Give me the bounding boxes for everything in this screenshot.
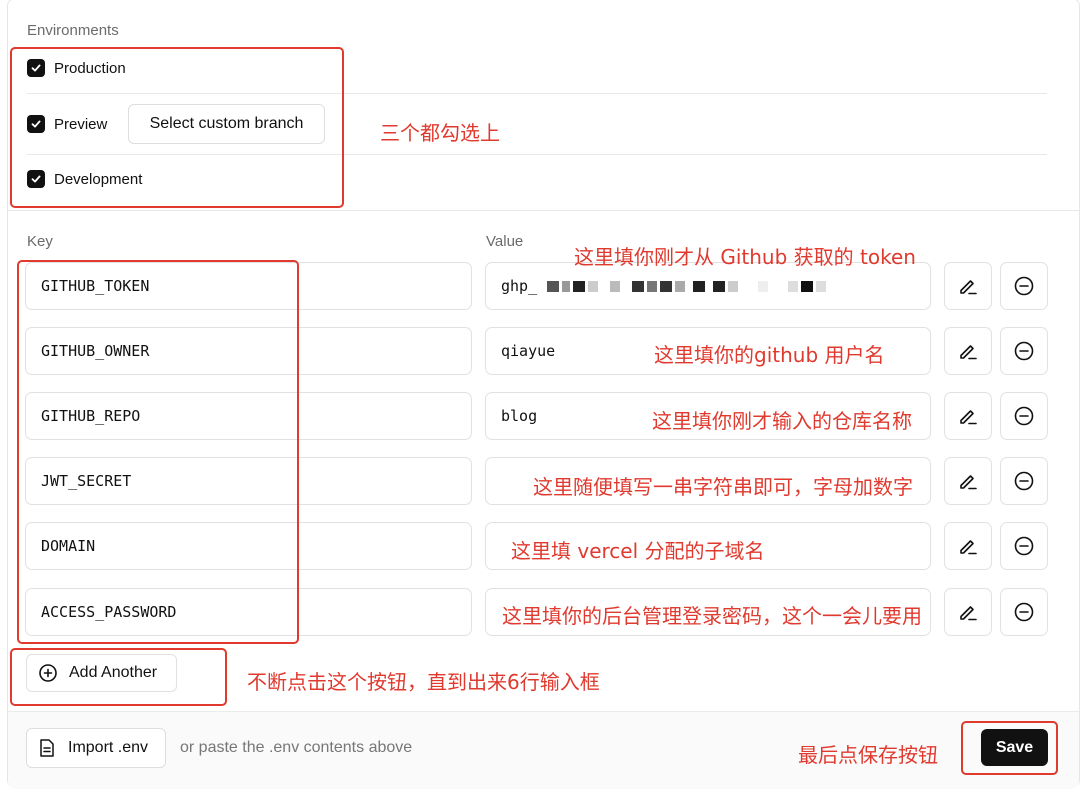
import-env-label: Import .env bbox=[68, 739, 149, 756]
edit-button[interactable] bbox=[944, 588, 992, 636]
minus-circle-icon bbox=[1014, 276, 1034, 296]
minus-circle-icon bbox=[1014, 341, 1034, 361]
key-column-label: Key bbox=[27, 233, 53, 250]
import-env-button[interactable]: Import .env bbox=[26, 728, 166, 768]
remove-button[interactable] bbox=[1000, 522, 1048, 570]
annotation-box-environments bbox=[10, 47, 344, 208]
pencil-icon bbox=[960, 540, 977, 555]
annotation-box-add-another bbox=[10, 648, 227, 706]
annotation-token: 这里填你刚才从 Github 获取的 token bbox=[574, 245, 916, 269]
remove-button[interactable] bbox=[1000, 588, 1048, 636]
annotation-add-another: 不断点击这个按钮，直到出来6行输入框 bbox=[247, 670, 600, 694]
file-icon bbox=[40, 739, 54, 757]
annotation-box-save bbox=[961, 721, 1058, 775]
remove-button[interactable] bbox=[1000, 262, 1048, 310]
minus-circle-icon bbox=[1014, 406, 1034, 426]
paste-hint-text: or paste the .env contents above bbox=[180, 739, 413, 756]
annotation-check-all: 三个都勾选上 bbox=[380, 121, 500, 145]
annotation-jwt: 这里随便填写一串字符串即可，字母加数字 bbox=[533, 475, 913, 499]
annotation-save: 最后点保存按钮 bbox=[798, 743, 938, 767]
remove-button[interactable] bbox=[1000, 392, 1048, 440]
remove-button[interactable] bbox=[1000, 457, 1048, 505]
edit-button[interactable] bbox=[944, 522, 992, 570]
minus-circle-icon bbox=[1014, 602, 1034, 622]
edit-button[interactable] bbox=[944, 392, 992, 440]
annotation-password: 这里填你的后台管理登录密码，这个一会儿要用 bbox=[502, 604, 922, 628]
annotation-domain: 这里填 vercel 分配的子域名 bbox=[511, 539, 765, 563]
pencil-icon bbox=[960, 345, 977, 360]
pencil-icon bbox=[960, 475, 977, 490]
minus-circle-icon bbox=[1014, 471, 1034, 491]
annotation-owner: 这里填你的github 用户名 bbox=[654, 343, 885, 367]
annotation-repo: 这里填你刚才输入的仓库名称 bbox=[652, 409, 912, 433]
masked-token bbox=[547, 280, 829, 292]
minus-circle-icon bbox=[1014, 536, 1034, 556]
pencil-icon bbox=[960, 280, 977, 295]
value-column-label: Value bbox=[486, 233, 524, 250]
edit-button[interactable] bbox=[944, 457, 992, 505]
environments-label: Environments bbox=[27, 22, 119, 39]
section-divider bbox=[8, 210, 1079, 211]
value-text: ghp_ bbox=[501, 277, 538, 295]
pencil-icon bbox=[960, 410, 977, 425]
edit-button[interactable] bbox=[944, 262, 992, 310]
annotation-box-keys bbox=[17, 260, 299, 644]
remove-button[interactable] bbox=[1000, 327, 1048, 375]
edit-button[interactable] bbox=[944, 327, 992, 375]
pencil-icon bbox=[960, 606, 977, 621]
